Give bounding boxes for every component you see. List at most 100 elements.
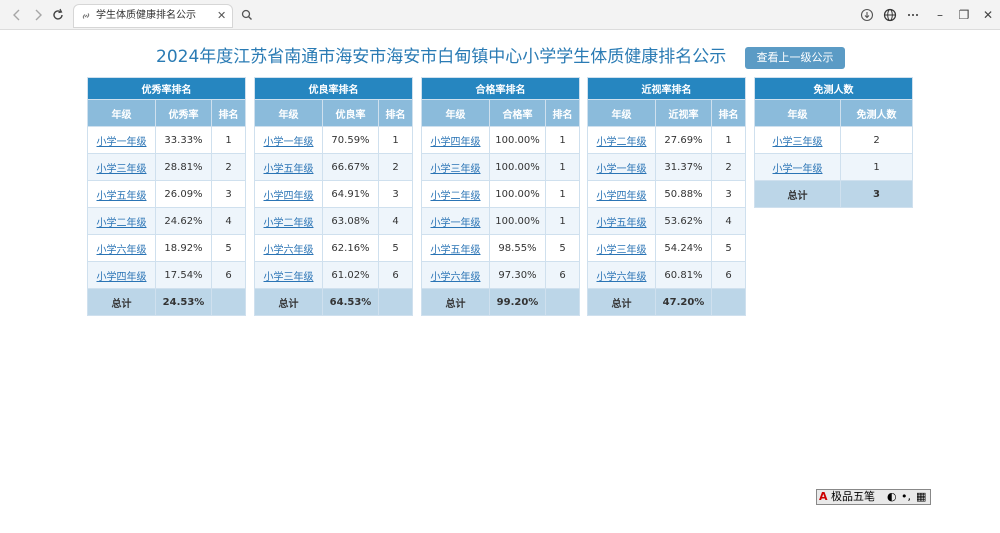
rate-cell: 54.24% xyxy=(655,234,712,262)
grade-link[interactable]: 小学二年级 xyxy=(597,137,647,148)
grade-link[interactable]: 小学六年级 xyxy=(264,245,314,256)
rate-cell: 28.81% xyxy=(155,153,212,181)
ime-keyboard-icon[interactable]: ▦ xyxy=(916,490,926,504)
rank-cell: 1 xyxy=(545,126,580,154)
grade-link[interactable]: 小学一年级 xyxy=(97,137,147,148)
grade-cell: 小学六年级 xyxy=(421,261,490,289)
grade-link[interactable]: 小学五年级 xyxy=(264,164,314,175)
grade-cell: 小学一年级 xyxy=(421,207,490,235)
rate-cell: 60.81% xyxy=(655,261,712,289)
grade-link[interactable]: 小学四年级 xyxy=(597,191,647,202)
table-caption: 近视率排名 xyxy=(587,77,746,100)
table-row: 小学二年级 63.08% 4 xyxy=(254,207,413,235)
count-cell: 2 xyxy=(840,126,913,154)
restore-button[interactable]: ❐ xyxy=(955,6,973,24)
table-row: 小学二年级 100.00% 1 xyxy=(421,180,580,208)
total-cell: 64.53% xyxy=(322,288,379,316)
ime-punct-icon[interactable]: •, xyxy=(901,490,911,504)
grade-link[interactable]: 小学五年级 xyxy=(597,218,647,229)
rank-cell: 6 xyxy=(378,261,413,289)
total-cell xyxy=(211,288,246,316)
rank-cell: 6 xyxy=(711,261,746,289)
ranking-table: 合格率排名 年级 合格率 排名 小学四年级 100.00% 1 小学三年级 100.00% 1 小学… xyxy=(421,77,580,316)
search-icon[interactable] xyxy=(238,6,256,24)
grade-link[interactable]: 小学二年级 xyxy=(97,218,147,229)
grade-link[interactable]: 小学六年级 xyxy=(597,272,647,283)
table-caption: 免测人数 xyxy=(754,77,913,100)
close-button[interactable]: ✕ xyxy=(979,6,997,24)
grade-link[interactable]: 小学三年级 xyxy=(264,272,314,283)
grade-link[interactable]: 小学一年级 xyxy=(597,164,647,175)
tab-close-icon[interactable]: ✕ xyxy=(217,9,226,23)
table-row: 小学六年级 62.16% 5 xyxy=(254,234,413,262)
grade-link[interactable]: 小学一年级 xyxy=(773,164,823,175)
grade-link[interactable]: 小学六年级 xyxy=(431,272,481,283)
ime-name: 极品五笔 xyxy=(831,490,875,503)
table-row: 小学三年级 28.81% 2 xyxy=(87,153,246,181)
grade-link[interactable]: 小学三年级 xyxy=(597,245,647,256)
grade-link[interactable]: 小学五年级 xyxy=(431,245,481,256)
rate-cell: 31.37% xyxy=(655,153,712,181)
rank-cell: 5 xyxy=(211,234,246,262)
rank-cell: 3 xyxy=(711,180,746,208)
back-icon[interactable] xyxy=(8,6,26,24)
grade-link[interactable]: 小学三年级 xyxy=(773,137,823,148)
grade-link[interactable]: 小学五年级 xyxy=(97,191,147,202)
rank-cell: 2 xyxy=(378,153,413,181)
grade-cell: 小学四年级 xyxy=(254,180,323,208)
download-icon[interactable] xyxy=(858,6,876,24)
grade-link[interactable]: 小学三年级 xyxy=(97,164,147,175)
grade-link[interactable]: 小学四年级 xyxy=(97,272,147,283)
rate-cell: 64.91% xyxy=(322,180,379,208)
table-row: 小学六年级 60.81% 6 xyxy=(587,261,746,289)
table-row: 小学四年级 100.00% 1 xyxy=(421,126,580,154)
grade-cell: 小学三年级 xyxy=(254,261,323,289)
grade-cell: 小学三年级 xyxy=(87,153,156,181)
minimize-button[interactable]: – xyxy=(931,6,949,24)
ime-mode-icon[interactable]: A xyxy=(819,490,828,504)
rate-cell: 24.62% xyxy=(155,207,212,235)
more-icon[interactable] xyxy=(904,6,922,24)
grade-cell: 小学四年级 xyxy=(87,261,156,289)
rank-cell: 3 xyxy=(211,180,246,208)
column-header: 优良率 xyxy=(322,99,379,127)
rate-cell: 63.08% xyxy=(322,207,379,235)
column-header: 年级 xyxy=(87,99,156,127)
grade-cell: 小学四年级 xyxy=(421,126,490,154)
forward-icon[interactable] xyxy=(29,6,47,24)
total-cell xyxy=(378,288,413,316)
table-caption: 优良率排名 xyxy=(254,77,413,100)
grade-link[interactable]: 小学二年级 xyxy=(431,191,481,202)
rate-cell: 97.30% xyxy=(489,261,546,289)
ime-moon-icon[interactable]: ◐ xyxy=(887,490,897,504)
grade-link[interactable]: 小学一年级 xyxy=(431,218,481,229)
grade-link[interactable]: 小学六年级 xyxy=(97,245,147,256)
grade-link[interactable]: 小学一年级 xyxy=(264,137,314,148)
total-cell: 24.53% xyxy=(155,288,212,316)
tab-title: 学生体质健康排名公示 xyxy=(96,10,196,21)
column-header: 合格率 xyxy=(489,99,546,127)
globe-icon[interactable] xyxy=(881,6,899,24)
table-row: 小学一年级 33.33% 1 xyxy=(87,126,246,154)
table-row: 小学四年级 17.54% 6 xyxy=(87,261,246,289)
ime-status-bar[interactable]: A 极品五笔 ◐ •, ▦ xyxy=(816,489,931,505)
table-row: 小学四年级 50.88% 3 xyxy=(587,180,746,208)
rank-cell: 2 xyxy=(211,153,246,181)
grade-link[interactable]: 小学四年级 xyxy=(431,137,481,148)
column-header: 排名 xyxy=(211,99,246,127)
view-parent-button[interactable]: 查看上一级公示 xyxy=(745,47,845,69)
rate-cell: 27.69% xyxy=(655,126,712,154)
grade-link[interactable]: 小学三年级 xyxy=(431,164,481,175)
browser-tab[interactable]: 学生体质健康排名公示 ✕ xyxy=(73,4,233,28)
rate-cell: 100.00% xyxy=(489,126,546,154)
grade-link[interactable]: 小学四年级 xyxy=(264,191,314,202)
column-header: 年级 xyxy=(587,99,656,127)
grade-cell: 小学五年级 xyxy=(421,234,490,262)
total-cell xyxy=(711,288,746,316)
total-cell: 3 xyxy=(840,180,913,208)
rate-cell: 100.00% xyxy=(489,207,546,235)
grade-link[interactable]: 小学二年级 xyxy=(264,218,314,229)
column-header: 年级 xyxy=(254,99,323,127)
reload-icon[interactable] xyxy=(49,6,67,24)
rank-cell: 3 xyxy=(378,180,413,208)
